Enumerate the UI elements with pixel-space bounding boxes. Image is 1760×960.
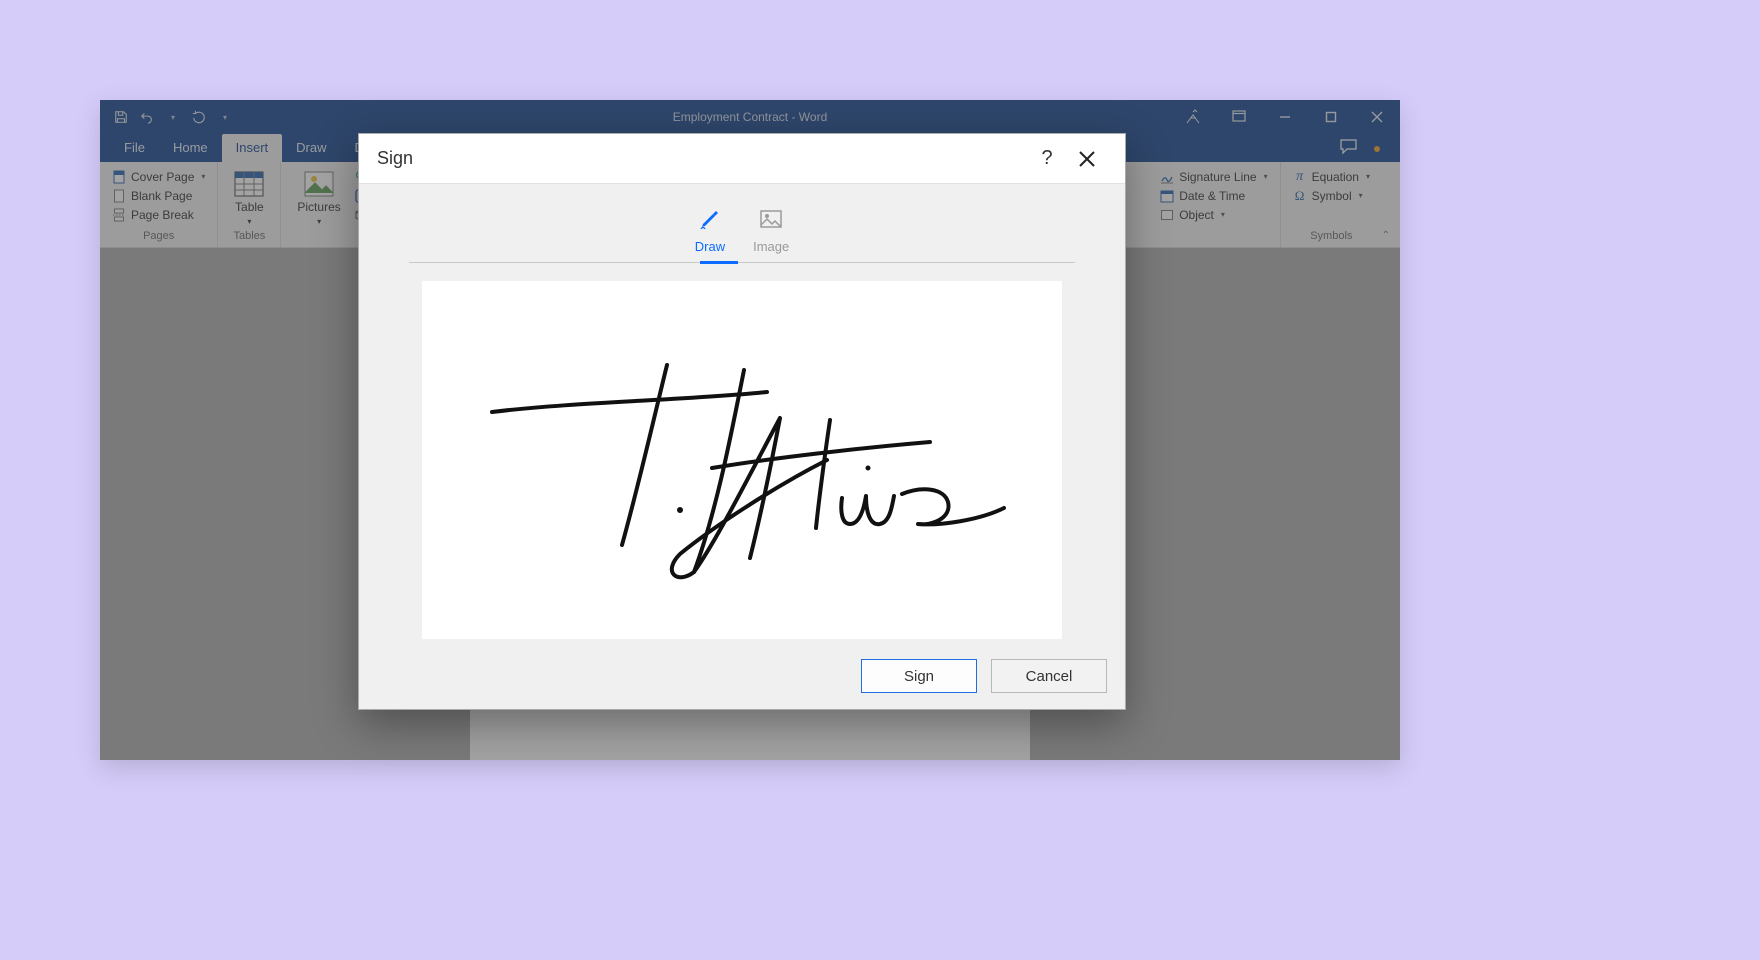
sign-button[interactable]: Sign (861, 659, 977, 693)
pen-icon (699, 210, 721, 233)
handwritten-signature (432, 310, 1052, 610)
sign-mode-tabs: Draw Image (409, 210, 1075, 262)
sign-tab-image[interactable]: Image (753, 210, 789, 262)
cancel-button[interactable]: Cancel (991, 659, 1107, 693)
close-dialog-button[interactable] (1067, 139, 1107, 179)
image-icon (760, 210, 782, 233)
help-button[interactable]: ? (1027, 139, 1067, 179)
signature-canvas[interactable] (422, 281, 1062, 639)
dialog-body: Draw Image (359, 184, 1125, 655)
sign-dialog: Sign ? Draw Image (358, 133, 1126, 710)
dialog-title: Sign (377, 148, 413, 169)
tab-underline (409, 262, 1075, 263)
dialog-header: Sign ? (359, 134, 1125, 184)
dialog-footer: Sign Cancel (359, 655, 1125, 709)
sign-tab-draw[interactable]: Draw (695, 210, 725, 262)
